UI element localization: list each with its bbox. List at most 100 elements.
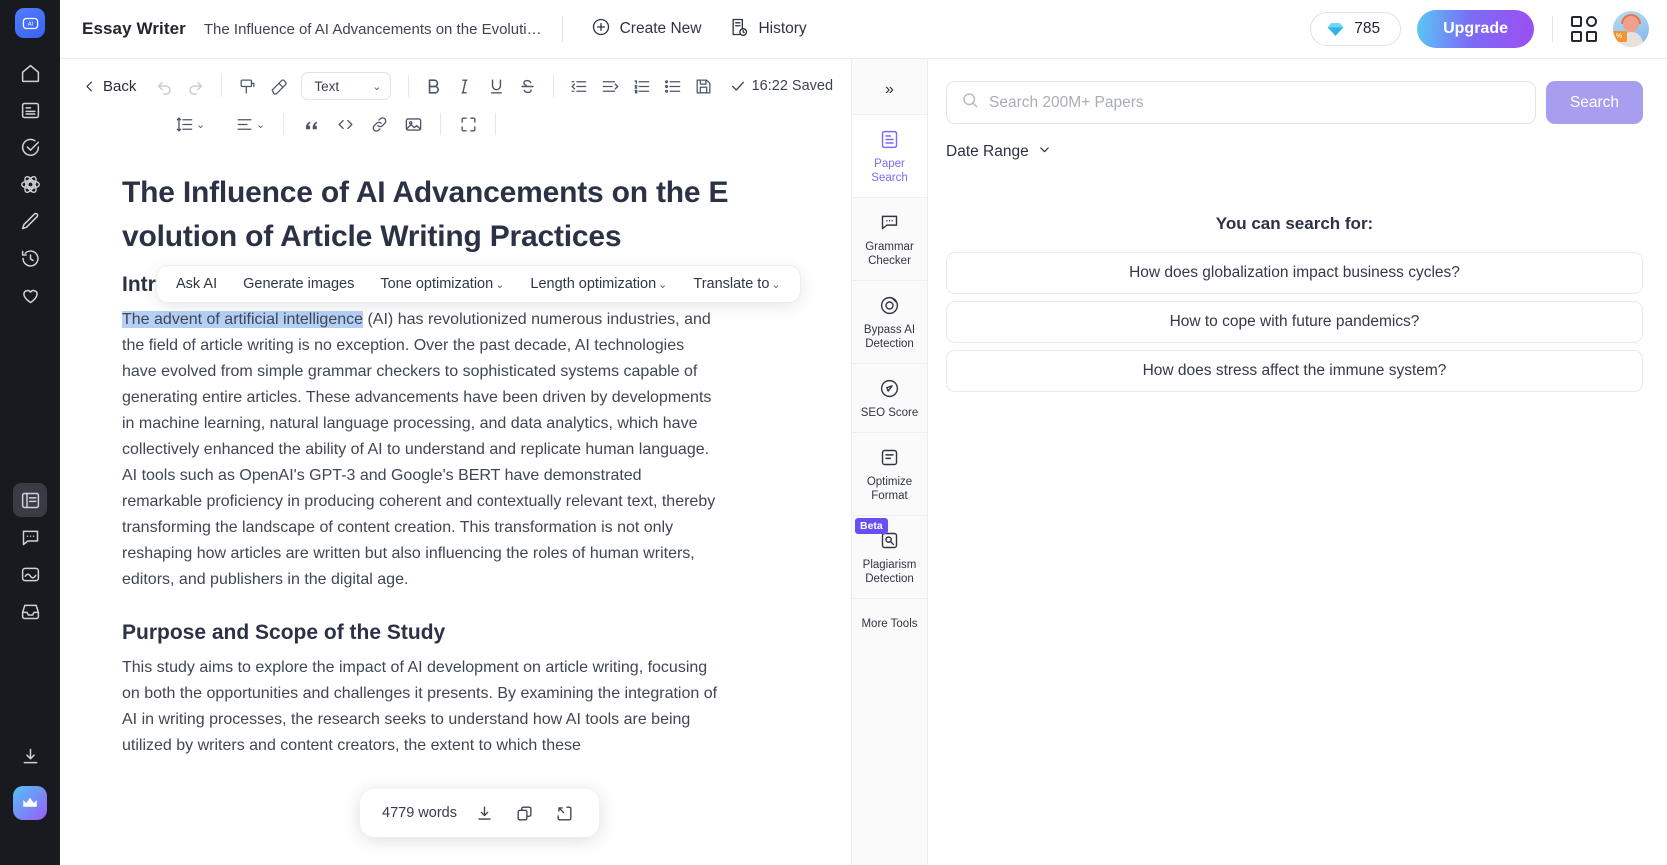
tool-seo-score[interactable]: SEO Score bbox=[852, 364, 927, 433]
ordered-list-icon[interactable] bbox=[627, 71, 656, 101]
search-row: Search bbox=[946, 81, 1643, 124]
app-root: AI Essay Writer The Influence of AI Adva… bbox=[0, 0, 1667, 865]
open-external-icon[interactable] bbox=[553, 801, 577, 825]
redo-icon[interactable] bbox=[181, 71, 210, 101]
paragraph-purpose[interactable]: This study aims to explore the impact of… bbox=[122, 655, 722, 759]
save-document-icon[interactable] bbox=[689, 71, 718, 101]
paragraph-introduction[interactable]: The advent of artificial intelligence (A… bbox=[122, 307, 722, 593]
generate-images-button[interactable]: Generate images bbox=[230, 268, 367, 300]
chevron-down-icon: ⌄ bbox=[255, 118, 266, 131]
underline-icon[interactable] bbox=[481, 71, 510, 101]
sidebar-item-favorites[interactable] bbox=[13, 278, 47, 312]
sidebar-item-documents[interactable] bbox=[13, 93, 47, 127]
svg-text:AI: AI bbox=[27, 21, 33, 27]
text-style-select[interactable]: Text ⌄ bbox=[301, 72, 391, 100]
bullet-list-icon[interactable] bbox=[658, 71, 687, 101]
ai-logo-icon[interactable]: AI bbox=[15, 8, 45, 38]
paper-search-icon bbox=[879, 128, 900, 150]
length-optimization-button[interactable]: Length optimization ⌄ bbox=[517, 268, 680, 300]
sidebar-item-write[interactable] bbox=[13, 204, 47, 238]
indent-decrease-icon[interactable] bbox=[564, 71, 593, 101]
tool-grammar-checker[interactable]: Grammar Checker bbox=[852, 198, 927, 281]
suggestion-item[interactable]: How does stress affect the immune system… bbox=[946, 350, 1643, 392]
tool-bypass-ai-detection[interactable]: Bypass AI Detection bbox=[852, 281, 927, 364]
tools-rail: » Paper Search Grammar Checker Bypass AI… bbox=[852, 59, 928, 865]
history-button[interactable]: History bbox=[721, 11, 814, 48]
collapse-panel-button[interactable]: » bbox=[852, 65, 927, 115]
search-button[interactable]: Search bbox=[1545, 81, 1643, 124]
indent-increase-icon[interactable] bbox=[595, 71, 624, 101]
tool-plagiarism-detection[interactable]: Beta Plagiarism Detection bbox=[852, 516, 927, 599]
translate-to-button[interactable]: Translate to ⌄ bbox=[680, 268, 793, 300]
bold-icon[interactable] bbox=[419, 71, 448, 101]
suggestion-item[interactable]: How to cope with future pandemics? bbox=[946, 301, 1643, 343]
selected-text[interactable]: The advent of artificial intelligence bbox=[122, 311, 364, 328]
code-block-icon[interactable] bbox=[329, 109, 361, 139]
sidebar-item-home[interactable] bbox=[13, 56, 47, 90]
sidebar-item-images[interactable] bbox=[13, 557, 47, 591]
back-label: Back bbox=[103, 77, 137, 95]
insert-image-icon[interactable] bbox=[397, 109, 429, 139]
upgrade-button[interactable]: Upgrade bbox=[1417, 10, 1534, 48]
sidebar-item-inbox[interactable] bbox=[13, 594, 47, 628]
search-input[interactable] bbox=[989, 93, 1521, 112]
tool-more-tools[interactable]: More Tools bbox=[852, 599, 927, 643]
fullscreen-icon[interactable] bbox=[452, 109, 484, 139]
sidebar-item-history[interactable] bbox=[13, 241, 47, 275]
bypass-ai-icon bbox=[879, 294, 900, 316]
tool-optimize-format[interactable]: Optimize Format bbox=[852, 433, 927, 516]
undo-icon[interactable] bbox=[150, 71, 179, 101]
sidebar-item-models[interactable] bbox=[13, 167, 47, 201]
document-scroll-area[interactable]: The Influence of AI Advancements on the … bbox=[60, 143, 851, 865]
download-icon[interactable] bbox=[473, 801, 497, 825]
blockquote-icon[interactable] bbox=[295, 109, 327, 139]
clear-format-eraser-icon[interactable] bbox=[264, 71, 293, 101]
document-body[interactable]: The Influence of AI Advancements on the … bbox=[60, 171, 851, 759]
sidebar-item-tasks[interactable] bbox=[13, 130, 47, 164]
tone-optimization-button[interactable]: Tone optimization ⌄ bbox=[367, 268, 517, 300]
gem-icon bbox=[1327, 22, 1344, 37]
credits-value: 785 bbox=[1354, 20, 1381, 37]
length-optimization-label: Length optimization bbox=[530, 276, 657, 292]
chevron-down-icon: ⌄ bbox=[771, 278, 781, 291]
search-box[interactable] bbox=[946, 81, 1536, 124]
date-range-dropdown[interactable]: Date Range bbox=[946, 142, 1052, 162]
chevron-down-icon: ⌄ bbox=[495, 278, 505, 291]
tool-label: Grammar Checker bbox=[865, 241, 914, 267]
avatar[interactable]: % bbox=[1613, 11, 1649, 47]
copy-icon[interactable] bbox=[513, 801, 537, 825]
line-height-button[interactable]: ⌄ bbox=[168, 115, 212, 134]
apps-grid-icon[interactable] bbox=[1571, 16, 1597, 42]
ask-ai-label: Ask AI bbox=[176, 276, 218, 292]
word-count-toolbar: 4779 words bbox=[360, 789, 599, 837]
credits-badge[interactable]: 785 bbox=[1310, 12, 1402, 46]
link-icon[interactable] bbox=[363, 109, 395, 139]
back-button[interactable]: Back bbox=[82, 78, 148, 95]
main-area: Back Text ⌄ 16:22 Saved ⌄ ⌄ The Influenc… bbox=[60, 59, 1667, 865]
chevron-down-icon bbox=[1037, 142, 1052, 162]
search-icon bbox=[961, 91, 979, 114]
beta-badge: Beta bbox=[855, 518, 888, 534]
editor-toolbar-row-1: Back Text ⌄ 16:22 Saved bbox=[82, 67, 833, 105]
text-align-button[interactable]: ⌄ bbox=[228, 115, 272, 134]
italic-icon[interactable] bbox=[450, 71, 479, 101]
divider bbox=[552, 75, 554, 97]
editor-column: Back Text ⌄ 16:22 Saved ⌄ ⌄ The Influenc… bbox=[60, 59, 852, 865]
tool-label: Paper Search bbox=[871, 158, 908, 184]
sidebar-item-chat[interactable] bbox=[13, 520, 47, 554]
discount-badge-icon: % bbox=[1613, 31, 1627, 42]
document-title-breadcrumb[interactable]: The Influence of AI Advancements on the … bbox=[204, 21, 542, 38]
document-heading-1[interactable]: The Influence of AI Advancements on the … bbox=[122, 171, 742, 259]
strikethrough-icon[interactable] bbox=[513, 71, 542, 101]
sidebar-item-download[interactable] bbox=[13, 739, 47, 773]
ask-ai-button[interactable]: Ask AI bbox=[163, 268, 230, 300]
document-heading-purpose[interactable]: Purpose and Scope of the Study bbox=[122, 621, 791, 645]
editor-toolbar-row-2: ⌄ ⌄ bbox=[82, 105, 833, 143]
divider bbox=[407, 75, 409, 97]
format-paint-icon[interactable] bbox=[233, 71, 262, 101]
create-new-button[interactable]: Create New bbox=[583, 11, 710, 48]
suggestion-item[interactable]: How does globalization impact business c… bbox=[946, 252, 1643, 294]
sidebar-item-premium[interactable] bbox=[13, 786, 47, 820]
tool-paper-search[interactable]: Paper Search bbox=[852, 115, 927, 198]
sidebar-item-essay[interactable] bbox=[13, 483, 47, 517]
